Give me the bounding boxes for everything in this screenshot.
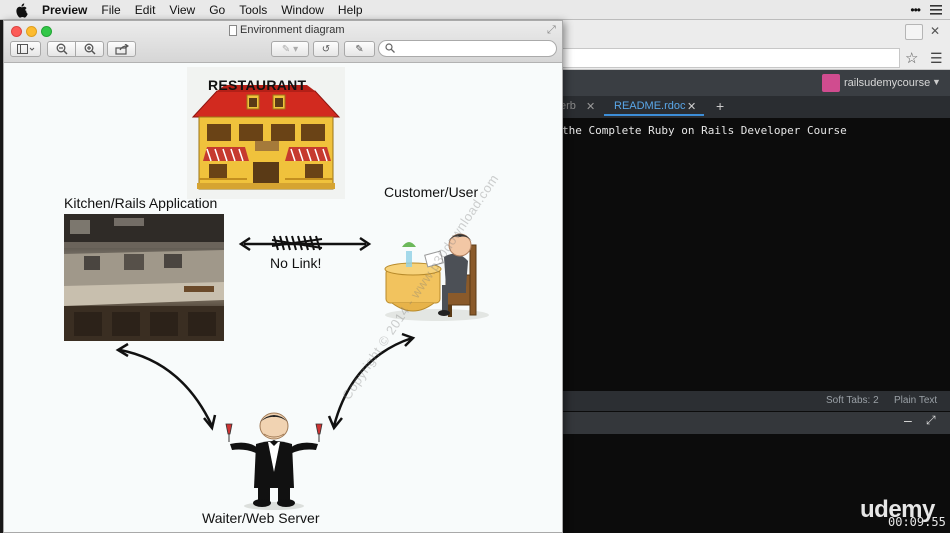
editor-header: railsudemycourse ▼ (560, 70, 950, 96)
menu-tools[interactable]: Tools (239, 3, 267, 17)
address-bar[interactable] (560, 48, 900, 68)
menu-bar: Preview File Edit View Go Tools Window H… (0, 0, 950, 20)
search-input[interactable] (378, 40, 557, 57)
menu-edit[interactable]: Edit (135, 3, 156, 17)
tab-close-icon[interactable]: ✕ (687, 100, 696, 113)
rotate-button[interactable]: ↺ (313, 41, 339, 57)
sidebar-button[interactable] (10, 41, 41, 57)
zoom-in-icon (84, 43, 96, 55)
active-tab-indicator (604, 114, 704, 116)
edit-button[interactable]: ✎ (344, 41, 375, 57)
menu-preview[interactable]: Preview (42, 3, 87, 17)
fullscreen-icon[interactable]: ⤢ (547, 24, 556, 37)
expand-icon[interactable]: ⤢ (926, 413, 936, 428)
pen-icon: ✎ ▾ (281, 43, 299, 55)
preview-window: Environment diagram ⤢ ✎ ▾ ↺ ✎ RESTAURANT… (3, 20, 563, 533)
syntax-mode[interactable]: Plain Text (894, 395, 937, 406)
customer-label: Customer/User (384, 184, 479, 200)
soft-tabs-setting[interactable]: Soft Tabs: 2 (826, 395, 879, 406)
zoom-in-button[interactable] (75, 41, 104, 57)
menubar-extras: ••• (910, 3, 942, 17)
minimize-icon[interactable]: – (904, 412, 912, 428)
person-icon[interactable] (905, 24, 923, 40)
window-titlebar: Environment diagram ⤢ ✎ ▾ ↺ ✎ (4, 21, 562, 63)
rotate-icon: ↺ (321, 43, 331, 55)
document-canvas[interactable]: RESTAURANT Kitchen/Rails Application Cus… (4, 64, 562, 532)
minimize-button[interactable] (26, 26, 37, 37)
kitchen-label: Kitchen/Rails Application (64, 195, 218, 211)
menu-view[interactable]: View (169, 3, 195, 17)
search-icon (385, 43, 395, 53)
menu-go[interactable]: Go (209, 3, 225, 17)
kitchen-photo (64, 214, 224, 341)
status-bar: Soft Tabs: 2 Plain Text (560, 391, 950, 411)
video-timer: 00:09:55 (888, 515, 946, 529)
zoom-button[interactable] (41, 26, 52, 37)
workspace-user[interactable]: railsudemycourse (844, 77, 930, 89)
close-icon[interactable]: ✕ (930, 24, 940, 38)
close-button[interactable] (11, 26, 22, 37)
sidebar-icon (16, 44, 34, 54)
zoom-out-button[interactable] (47, 41, 76, 57)
zoom-out-icon (56, 43, 68, 55)
more-icon[interactable]: ••• (910, 3, 921, 17)
restaurant-label: RESTAURANT (208, 77, 307, 93)
chevron-down-icon[interactable]: ▼ (932, 77, 941, 87)
hamburger-icon[interactable]: ☰ (930, 50, 943, 67)
user-avatar-icon[interactable] (822, 74, 840, 92)
no-link-label: No Link! (270, 255, 322, 271)
code-text[interactable]: the Complete Ruby on Rails Developer Cou… (562, 124, 847, 137)
markup-button[interactable]: ✎ ▾ (271, 41, 309, 57)
star-icon[interactable]: ☆ (905, 49, 918, 67)
share-button[interactable] (107, 41, 136, 57)
menu-window[interactable]: Window (281, 3, 324, 17)
menu-help[interactable]: Help (338, 3, 363, 17)
document-icon (229, 25, 237, 36)
window-title: Environment diagram (240, 24, 345, 36)
terminal-header: – ⤢ (560, 412, 950, 434)
share-icon (114, 43, 129, 55)
apple-icon[interactable] (14, 2, 30, 18)
menu-file[interactable]: File (101, 3, 120, 17)
waiter-label: Waiter/Web Server (202, 510, 320, 526)
tab-readme[interactable]: README.rdoc (614, 100, 686, 112)
list-icon[interactable] (930, 4, 942, 15)
add-tab-icon[interactable]: + (716, 98, 724, 114)
no-link-arrow (238, 235, 372, 252)
waiter-illustration (225, 412, 323, 510)
code-editor: railsudemycourse ▼ erb ✕ README.rdoc ✕ +… (560, 70, 950, 533)
tab-close-icon[interactable]: ✕ (586, 100, 595, 113)
edit-icon: ✎ (355, 43, 364, 55)
kitchen-waiter-arrow (115, 342, 217, 431)
